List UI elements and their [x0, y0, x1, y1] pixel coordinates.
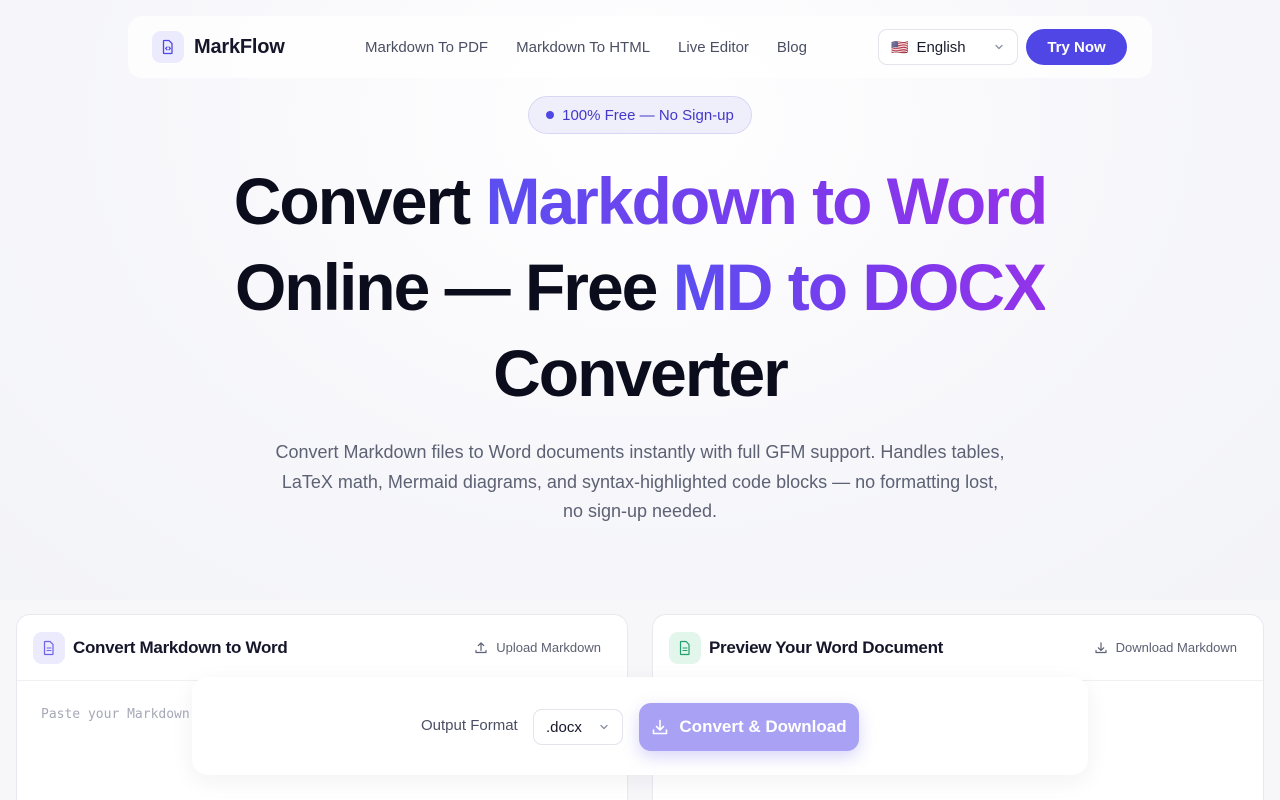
- download-icon: [1094, 641, 1107, 653]
- file-code-icon: [152, 31, 184, 63]
- chevron-down-icon: [995, 44, 1003, 50]
- editor-panel-header: Convert Markdown to Word Upload Markdown: [17, 615, 627, 681]
- upload-markdown-button[interactable]: Upload Markdown: [474, 640, 601, 655]
- hero-title-part3: Converter: [493, 336, 789, 410]
- hero-title-part2: Online — Free: [234, 250, 673, 324]
- download-markdown-button[interactable]: Download Markdown: [1094, 640, 1237, 655]
- output-format-value: .docx: [546, 718, 582, 736]
- top-navigation: MarkFlow Markdown To PDF Markdown To HTM…: [128, 16, 1152, 78]
- brand-logo[interactable]: MarkFlow: [152, 31, 285, 63]
- output-format-select[interactable]: .docx: [533, 709, 623, 745]
- document-icon: [33, 631, 65, 664]
- markdown-input[interactable]: Paste your Markdown here...: [41, 707, 201, 722]
- hero-title: Convert Markdown to Word Online — Free M…: [140, 158, 1140, 416]
- chevron-down-icon: [600, 724, 608, 730]
- nav-link-markdown-to-html[interactable]: Markdown To HTML: [516, 39, 650, 56]
- download-markdown-label: Download Markdown: [1115, 640, 1237, 655]
- convert-toolbar: Output Format .docx Convert & Download: [192, 677, 1088, 775]
- editor-panel-title: Convert Markdown to Word: [73, 637, 288, 657]
- document-text-icon: [669, 631, 701, 664]
- badge-dot-icon: [546, 111, 555, 119]
- free-badge: 100% Free — No Sign-up: [528, 96, 752, 134]
- output-format-label: Output Format: [421, 717, 518, 734]
- upload-icon: [475, 641, 487, 653]
- upload-markdown-label: Upload Markdown: [496, 640, 601, 655]
- us-flag-icon: 🇺🇸: [891, 39, 909, 55]
- nav-links: Markdown To PDF Markdown To HTML Live Ed…: [365, 16, 807, 78]
- convert-download-label: Convert & Download: [679, 717, 847, 736]
- hero-title-highlight2: MD to DOCX: [672, 250, 1047, 324]
- badge-text: 100% Free — No Sign-up: [562, 106, 734, 124]
- convert-download-button[interactable]: Convert & Download: [639, 703, 859, 751]
- download-icon: [653, 719, 668, 735]
- hero-title-part1: Convert: [233, 164, 486, 238]
- hero-title-highlight1: Markdown to Word: [485, 164, 1048, 238]
- nav-link-markdown-to-pdf[interactable]: Markdown To PDF: [365, 39, 488, 56]
- language-select[interactable]: 🇺🇸 English: [878, 29, 1018, 65]
- preview-panel-title: Preview Your Word Document: [709, 637, 944, 657]
- hero-subtitle: Convert Markdown files to Word documents…: [275, 442, 1005, 521]
- nav-link-live-editor[interactable]: Live Editor: [678, 39, 749, 56]
- nav-link-blog[interactable]: Blog: [777, 39, 807, 56]
- preview-panel-header: Preview Your Word Document Download Mark…: [653, 615, 1263, 681]
- language-label: English: [916, 38, 966, 56]
- brand-name: MarkFlow: [194, 35, 285, 58]
- try-now-button[interactable]: Try Now: [1026, 29, 1127, 65]
